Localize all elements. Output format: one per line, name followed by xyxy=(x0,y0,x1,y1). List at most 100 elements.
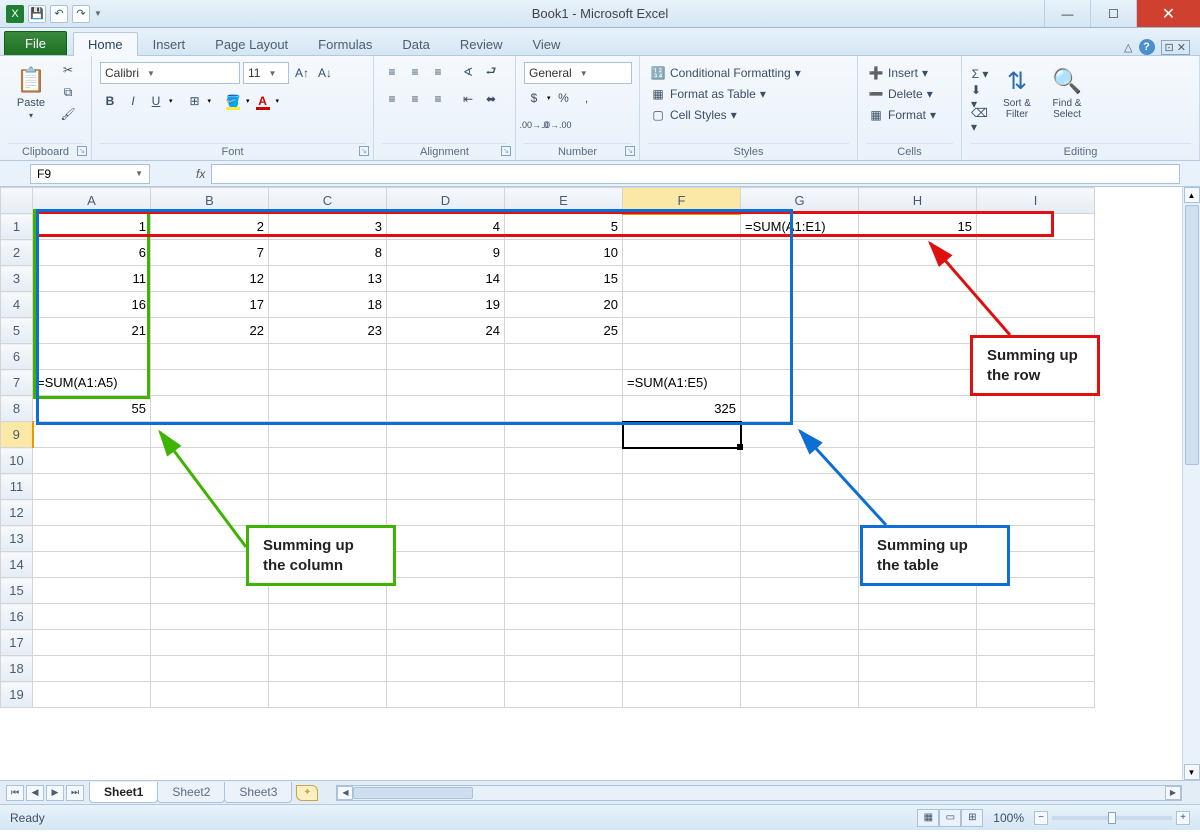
border-button[interactable]: ⊞ xyxy=(185,91,205,111)
cell-G19[interactable] xyxy=(741,682,859,708)
cell-E18[interactable] xyxy=(505,656,623,682)
col-header-C[interactable]: C xyxy=(269,188,387,214)
cell-G6[interactable] xyxy=(741,344,859,370)
cell-F5[interactable] xyxy=(623,318,741,344)
tab-review[interactable]: Review xyxy=(445,32,518,56)
cell-A19[interactable] xyxy=(33,682,151,708)
cell-A18[interactable] xyxy=(33,656,151,682)
tab-page-layout[interactable]: Page Layout xyxy=(200,32,303,56)
name-box[interactable]: F9▼ xyxy=(30,164,150,184)
col-header-E[interactable]: E xyxy=(505,188,623,214)
row-header-11[interactable]: 11 xyxy=(1,474,33,500)
vertical-scrollbar[interactable]: ▲ ▼ xyxy=(1182,187,1200,780)
cell-A6[interactable] xyxy=(33,344,151,370)
bold-button[interactable]: B xyxy=(100,91,120,111)
col-header-B[interactable]: B xyxy=(151,188,269,214)
cell-C1[interactable]: 3 xyxy=(269,214,387,240)
zoom-out-button[interactable]: − xyxy=(1034,811,1048,825)
scroll-thumb[interactable] xyxy=(1185,205,1199,465)
cell-D2[interactable]: 9 xyxy=(387,240,505,266)
font-name-select[interactable]: Calibri▼ xyxy=(100,62,240,84)
cell-F15[interactable] xyxy=(623,578,741,604)
cell-B11[interactable] xyxy=(151,474,269,500)
cell-E12[interactable] xyxy=(505,500,623,526)
align-top-icon[interactable]: ≡ xyxy=(382,62,402,82)
cell-D5[interactable]: 24 xyxy=(387,318,505,344)
zoom-in-button[interactable]: + xyxy=(1176,811,1190,825)
row-header-16[interactable]: 16 xyxy=(1,604,33,630)
format-as-table-button[interactable]: ▦Format as Table ▾ xyxy=(648,85,768,103)
cell-B6[interactable] xyxy=(151,344,269,370)
cell-E16[interactable] xyxy=(505,604,623,630)
col-header-H[interactable]: H xyxy=(859,188,977,214)
autosum-icon[interactable]: Σ ▾ xyxy=(970,64,990,84)
cell-F6[interactable] xyxy=(623,344,741,370)
cell-E9[interactable] xyxy=(505,422,623,448)
cell-D4[interactable]: 19 xyxy=(387,292,505,318)
cell-D10[interactable] xyxy=(387,448,505,474)
cell-B19[interactable] xyxy=(151,682,269,708)
cell-E3[interactable]: 15 xyxy=(505,266,623,292)
cell-C9[interactable] xyxy=(269,422,387,448)
cell-H6[interactable] xyxy=(859,344,977,370)
font-launcher[interactable]: ↘ xyxy=(359,146,369,156)
wrap-text-icon[interactable]: ⮐ xyxy=(481,62,501,82)
font-size-select[interactable]: 11▼ xyxy=(243,62,289,84)
cell-I12[interactable] xyxy=(977,500,1095,526)
cell-I1[interactable] xyxy=(977,214,1095,240)
cell-D11[interactable] xyxy=(387,474,505,500)
cell-B10[interactable] xyxy=(151,448,269,474)
alignment-launcher[interactable]: ↘ xyxy=(501,146,511,156)
row-header-7[interactable]: 7 xyxy=(1,370,33,396)
cell-styles-button[interactable]: ▢Cell Styles ▾ xyxy=(648,106,739,124)
cell-A16[interactable] xyxy=(33,604,151,630)
fx-icon[interactable]: fx xyxy=(196,167,205,181)
cell-F16[interactable] xyxy=(623,604,741,630)
cell-B17[interactable] xyxy=(151,630,269,656)
cell-H10[interactable] xyxy=(859,448,977,474)
cell-C17[interactable] xyxy=(269,630,387,656)
sheet-nav-next[interactable]: ▶ xyxy=(46,785,64,801)
cell-G11[interactable] xyxy=(741,474,859,500)
cell-E8[interactable] xyxy=(505,396,623,422)
row-header-6[interactable]: 6 xyxy=(1,344,33,370)
cell-C10[interactable] xyxy=(269,448,387,474)
scroll-right-icon[interactable]: ▶ xyxy=(1165,786,1181,800)
window-options-icon[interactable]: ⊡ ✕ xyxy=(1161,40,1191,55)
cell-I4[interactable] xyxy=(977,292,1095,318)
orientation-icon[interactable]: ∢ xyxy=(458,62,478,82)
cell-G8[interactable] xyxy=(741,396,859,422)
cell-G17[interactable] xyxy=(741,630,859,656)
cell-H7[interactable] xyxy=(859,370,977,396)
cell-G14[interactable] xyxy=(741,552,859,578)
sheet-tab-sheet2[interactable]: Sheet2 xyxy=(157,782,225,803)
row-header-19[interactable]: 19 xyxy=(1,682,33,708)
cell-A1[interactable]: 1 xyxy=(33,214,151,240)
cell-H2[interactable] xyxy=(859,240,977,266)
cell-B8[interactable] xyxy=(151,396,269,422)
sheet-tab-sheet3[interactable]: Sheet3 xyxy=(224,782,292,803)
cell-E15[interactable] xyxy=(505,578,623,604)
hscroll-thumb[interactable] xyxy=(353,787,473,799)
cell-E6[interactable] xyxy=(505,344,623,370)
cell-A15[interactable] xyxy=(33,578,151,604)
col-header-I[interactable]: I xyxy=(977,188,1095,214)
row-header-14[interactable]: 14 xyxy=(1,552,33,578)
comma-icon[interactable]: , xyxy=(577,88,597,108)
cell-E5[interactable]: 25 xyxy=(505,318,623,344)
cell-H9[interactable] xyxy=(859,422,977,448)
cell-E14[interactable] xyxy=(505,552,623,578)
decrease-indent-icon[interactable]: ⇤ xyxy=(458,89,478,109)
cell-H1[interactable]: 15 xyxy=(859,214,977,240)
cell-I19[interactable] xyxy=(977,682,1095,708)
cell-I3[interactable] xyxy=(977,266,1095,292)
horizontal-scrollbar[interactable]: ◀ ▶ xyxy=(336,785,1182,801)
cell-C11[interactable] xyxy=(269,474,387,500)
cell-E7[interactable] xyxy=(505,370,623,396)
row-header-9[interactable]: 9 xyxy=(1,422,33,448)
cell-C19[interactable] xyxy=(269,682,387,708)
cell-F11[interactable] xyxy=(623,474,741,500)
cell-F4[interactable] xyxy=(623,292,741,318)
select-all-corner[interactable] xyxy=(1,188,33,214)
cell-C7[interactable] xyxy=(269,370,387,396)
